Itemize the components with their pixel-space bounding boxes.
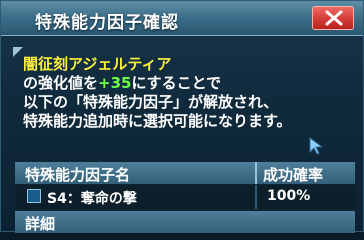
factor-name: S4：奪命の撃 xyxy=(47,191,137,207)
factor-confirm-window: 特殊能力因子確認 闇征刻アジェルティア の強化値を+35にすることで 以下の「特… xyxy=(0,0,364,233)
detail-section-header[interactable]: 詳細 xyxy=(15,211,355,233)
line2-suffix: にすることで xyxy=(131,74,222,92)
table-row[interactable]: S4：奪命の撃 100% xyxy=(15,185,355,209)
factor-icon xyxy=(27,189,41,203)
message-text: 闇征刻アジェルティア の強化値を+35にすることで 以下の「特殊能力因子」が解放… xyxy=(23,55,343,131)
column-header-rate: 成功確率 xyxy=(263,166,324,184)
success-rate: 100% xyxy=(267,188,311,204)
corner-arrow-icon xyxy=(13,47,23,57)
message-line-2: の強化値を+35にすることで xyxy=(23,74,343,93)
window-title: 特殊能力因子確認 xyxy=(35,13,179,33)
item-name: 闇征刻アジェルティア xyxy=(23,55,172,73)
close-icon xyxy=(325,10,343,26)
column-header-name: 特殊能力因子名 xyxy=(25,166,131,184)
close-button[interactable] xyxy=(312,6,354,30)
enhance-value: +35 xyxy=(98,74,132,92)
cursor-icon xyxy=(309,137,323,155)
title-bar: 特殊能力因子確認 xyxy=(1,1,363,36)
factor-table-header: 特殊能力因子名 成功確率 xyxy=(15,162,355,184)
column-divider xyxy=(255,162,257,184)
detail-title: 詳細 xyxy=(25,215,56,233)
message-line-3: 以下の「特殊能力因子」が解放され、 xyxy=(23,93,279,111)
line2-prefix: の強化値を xyxy=(23,74,99,92)
row-divider xyxy=(255,185,257,209)
message-line-4: 特殊能力追加時に選択可能になります。 xyxy=(23,112,292,130)
